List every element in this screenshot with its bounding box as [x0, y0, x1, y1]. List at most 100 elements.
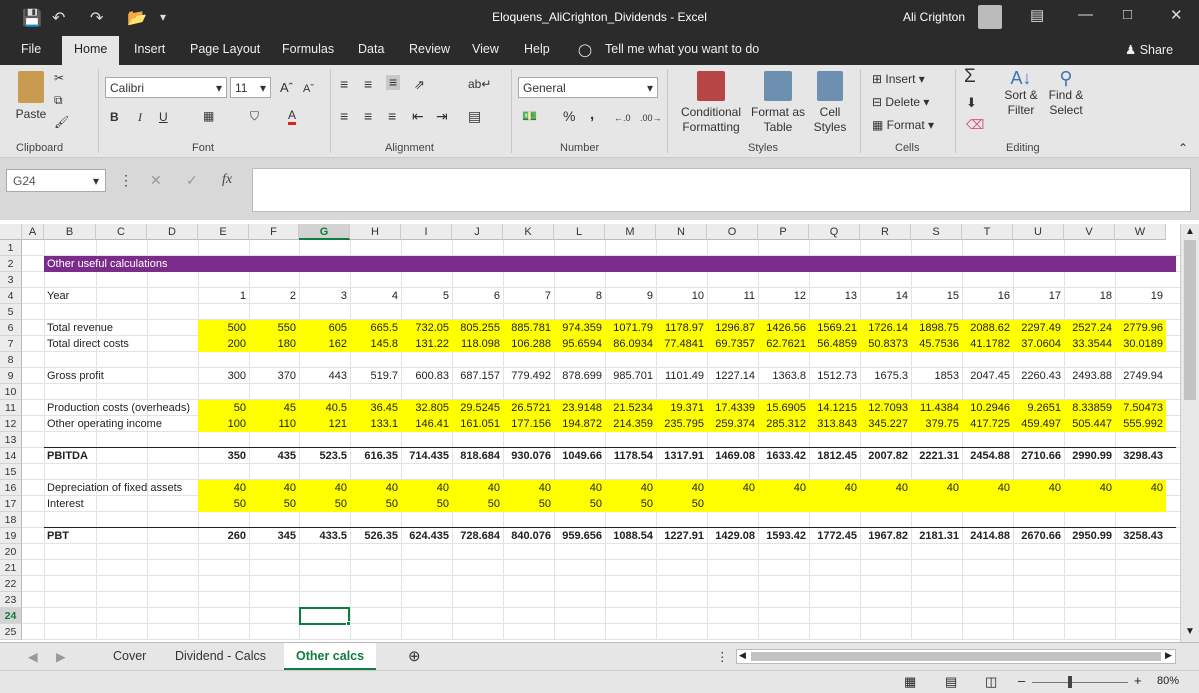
pbitda-cell[interactable]: 2221.31: [911, 448, 962, 464]
pbitda-cell[interactable]: 1469.08: [707, 448, 758, 464]
row-header-10[interactable]: 10: [0, 384, 22, 400]
column-header-p[interactable]: P: [758, 224, 809, 240]
comma-button[interactable]: ,: [590, 107, 594, 122]
total-direct-cell[interactable]: 33.3544: [1064, 336, 1115, 352]
tab-review[interactable]: Review: [409, 42, 450, 56]
format-as-table-button[interactable]: Format as Table: [748, 71, 808, 135]
depreciation-cell[interactable]: 40: [350, 480, 401, 496]
production-cell[interactable]: 40.5: [299, 400, 350, 416]
merge-center-icon[interactable]: ▤: [468, 109, 481, 124]
tab-file[interactable]: File: [21, 42, 41, 56]
years-cell[interactable]: 10: [656, 288, 707, 304]
more-options-icon[interactable]: ⋮: [119, 172, 133, 189]
gross-profit-cell[interactable]: 1512.73: [809, 368, 860, 384]
total-revenue-cell[interactable]: 1178.97: [656, 320, 707, 336]
delete-cells-button[interactable]: ⊟ Delete ▾: [872, 95, 929, 110]
find-select-button[interactable]: ⚲ Find & Select: [1044, 69, 1088, 118]
interest-empty-cell[interactable]: [809, 496, 860, 512]
years-cell[interactable]: 16: [962, 288, 1013, 304]
gross-profit-cell[interactable]: 2047.45: [962, 368, 1013, 384]
row-header-2[interactable]: 2: [0, 256, 22, 272]
depreciation-cell[interactable]: 40: [911, 480, 962, 496]
years-cell[interactable]: 15: [911, 288, 962, 304]
worksheet-grid[interactable]: A B C D E F G H I J K L M N O P Q R S T U V W 1 2 3 4 5 6 7 8 9 10 11 12 13…: [0, 224, 1180, 640]
percent-button[interactable]: %: [563, 109, 575, 124]
gross-profit-cell[interactable]: 878.699: [554, 368, 605, 384]
row-header-5[interactable]: 5: [0, 304, 22, 320]
other-income-cell[interactable]: 417.725: [962, 416, 1013, 432]
increase-decimal-icon[interactable]: ←.0: [614, 111, 631, 126]
orientation-icon[interactable]: ⇗: [414, 77, 425, 92]
scroll-up-icon[interactable]: ▲: [1185, 226, 1195, 237]
align-center-icon[interactable]: ≡: [364, 109, 372, 124]
fill-icon[interactable]: ⬇: [966, 95, 977, 110]
interest-cell[interactable]: 50: [452, 496, 503, 512]
row-header-11[interactable]: 11: [0, 400, 22, 416]
pbitda-cell[interactable]: 2454.88: [962, 448, 1013, 464]
sheet-tab-dividend-calcs[interactable]: Dividend - Calcs: [175, 649, 266, 663]
column-header-o[interactable]: O: [707, 224, 758, 240]
production-cell[interactable]: 14.1215: [809, 400, 860, 416]
total-direct-cell[interactable]: 86.0934: [605, 336, 656, 352]
selected-cell[interactable]: [299, 607, 350, 625]
row-header-4[interactable]: 4: [0, 288, 22, 304]
interest-cell[interactable]: 50: [605, 496, 656, 512]
interest-cell[interactable]: 50: [249, 496, 299, 512]
bold-button[interactable]: B: [110, 110, 119, 125]
row-header-25[interactable]: 25: [0, 624, 22, 640]
pbitda-label[interactable]: PBITDA: [44, 448, 198, 464]
depreciation-cell[interactable]: 40: [758, 480, 809, 496]
total-revenue-cell[interactable]: 1569.21: [809, 320, 860, 336]
pbt-cell[interactable]: 2181.31: [911, 528, 962, 544]
pbt-cell[interactable]: 2950.99: [1064, 528, 1115, 544]
other-income-cell[interactable]: 214.359: [605, 416, 656, 432]
other-income-cell[interactable]: 345.227: [860, 416, 911, 432]
other-income-cell[interactable]: 177.156: [503, 416, 554, 432]
interest-empty-cell[interactable]: [911, 496, 962, 512]
next-sheet-icon[interactable]: ▶: [56, 649, 66, 664]
total-direct-cell[interactable]: 62.7621: [758, 336, 809, 352]
interest-empty-cell[interactable]: [1064, 496, 1115, 512]
row-header-14[interactable]: 14: [0, 448, 22, 464]
column-header-e[interactable]: E: [198, 224, 249, 240]
tab-home[interactable]: Home: [62, 36, 120, 65]
pbitda-cell[interactable]: 1317.91: [656, 448, 707, 464]
pbitda-cell[interactable]: 3298.43: [1115, 448, 1166, 464]
total-revenue-cell[interactable]: 1898.75: [911, 320, 962, 336]
zoom-slider-handle[interactable]: [1068, 676, 1072, 688]
years-cell[interactable]: 1: [198, 288, 249, 304]
depreciation-label[interactable]: Depreciation of fixed assets: [44, 480, 198, 496]
pbitda-cell[interactable]: 1049.66: [554, 448, 605, 464]
pbt-cell[interactable]: 728.684: [452, 528, 503, 544]
total-revenue-label[interactable]: Total revenue: [44, 320, 198, 336]
total-direct-cell[interactable]: 50.8373: [860, 336, 911, 352]
column-header-u[interactable]: U: [1013, 224, 1064, 240]
depreciation-cell[interactable]: 40: [707, 480, 758, 496]
row-header-12[interactable]: 12: [0, 416, 22, 432]
production-cell[interactable]: 32.805: [401, 400, 452, 416]
production-cell[interactable]: 36.45: [350, 400, 401, 416]
total-direct-cell[interactable]: 131.22: [401, 336, 452, 352]
production-cell[interactable]: 26.5721: [503, 400, 554, 416]
currency-icon[interactable]: 💵: [522, 109, 537, 124]
depreciation-cell[interactable]: 40: [452, 480, 503, 496]
row-header-8[interactable]: 8: [0, 352, 22, 368]
add-sheet-icon[interactable]: ⊕: [408, 647, 421, 665]
total-revenue-cell[interactable]: 1071.79: [605, 320, 656, 336]
years-cell[interactable]: 5: [401, 288, 452, 304]
total-direct-cell[interactable]: 145.8: [350, 336, 401, 352]
interest-empty-cell[interactable]: [758, 496, 809, 512]
interest-cell[interactable]: 50: [198, 496, 249, 512]
interest-empty-cell[interactable]: [707, 496, 758, 512]
row-header-23[interactable]: 23: [0, 592, 22, 608]
total-direct-cell[interactable]: 118.098: [452, 336, 503, 352]
pbt-cell[interactable]: 345: [249, 528, 299, 544]
gross-profit-cell[interactable]: 1227.14: [707, 368, 758, 384]
tab-formulas[interactable]: Formulas: [282, 42, 334, 56]
sort-filter-button[interactable]: A↓ Sort & Filter: [1000, 69, 1042, 118]
other-income-cell[interactable]: 235.795: [656, 416, 707, 432]
row-header-16[interactable]: 16: [0, 480, 22, 496]
interest-cell[interactable]: 50: [554, 496, 605, 512]
pbt-cell[interactable]: 1772.45: [809, 528, 860, 544]
production-cell[interactable]: 23.9148: [554, 400, 605, 416]
